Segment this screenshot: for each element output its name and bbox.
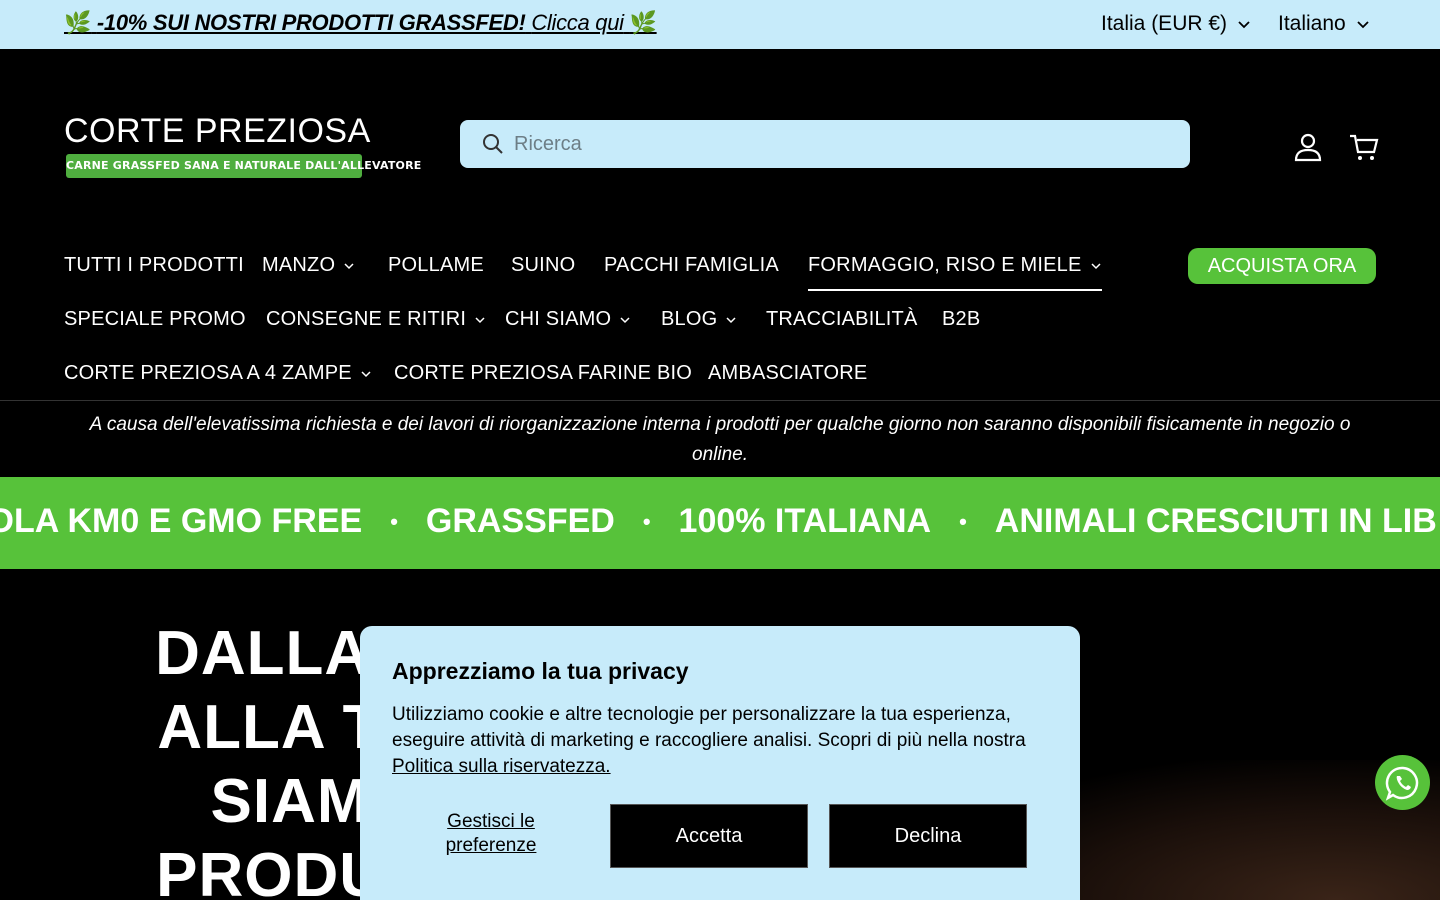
chevron-down-icon [361, 370, 371, 377]
whatsapp-button[interactable] [1375, 755, 1430, 810]
nav-b2b[interactable]: B2B [942, 308, 980, 331]
nav-label: AMBASCIATORE [708, 362, 868, 384]
leaf-icon: 🌿 [629, 10, 657, 35]
nav-label: CORTE PREZIOSA A 4 ZAMPE [64, 362, 352, 384]
nav-formaggio-riso-miele[interactable]: FORMAGGIO, RISO E MIELE [808, 254, 1102, 291]
search-input[interactable] [514, 120, 1174, 168]
nav-label: FORMAGGIO, RISO E MIELE [808, 254, 1082, 276]
logo-tagline: CARNE GRASSFED SANA E NATURALE DALL'ALLE… [66, 154, 421, 178]
chevron-down-icon [1238, 21, 1250, 29]
country-label: Italia (EUR €) [1101, 12, 1228, 35]
chevron-down-icon [620, 316, 630, 323]
search-icon [483, 134, 503, 154]
marquee-separator: • [642, 508, 651, 534]
chevron-down-icon [475, 316, 485, 323]
nav-label: SPECIALE PROMO [64, 308, 246, 330]
site-logo[interactable]: CORTE PREZIOSA CARNE GRASSFED SANA E NAT… [64, 112, 421, 178]
nav-pacchi-famiglia[interactable]: PACCHI FAMIGLIA [604, 254, 779, 277]
nav-manzo[interactable]: MANZO [262, 254, 355, 277]
marquee-item: COLA KM0 E GMO FREE [0, 502, 363, 540]
divider [0, 400, 1440, 401]
promo-bold-text: -10% SUI NOSTRI PRODOTTI GRASSFED! [96, 10, 526, 35]
user-icon[interactable] [1291, 130, 1325, 164]
nav-label: CONSEGNE E RITIRI [266, 308, 467, 330]
nav-pollame[interactable]: POLLAME [388, 254, 484, 277]
logo-title: CORTE PREZIOSA [64, 112, 371, 150]
marquee-separator: • [390, 508, 398, 534]
decline-button[interactable]: Declina [829, 804, 1027, 868]
country-selector[interactable]: Italia (EUR €) [1101, 12, 1251, 36]
nav-farine-bio[interactable]: CORTE PREZIOSA FARINE BIO [394, 362, 692, 385]
features-marquee: COLA KM0 E GMO FREE • GRASSFED • 100% IT… [0, 477, 1440, 569]
nav-tracciabilita[interactable]: TRACCIABILITÀ [766, 308, 918, 331]
nav-label: POLLAME [388, 254, 484, 276]
nav-blog[interactable]: BLOG [661, 308, 737, 331]
manage-preferences-link[interactable]: Gestisci le preferenze [418, 810, 564, 858]
marquee-item: ANIMALI CRESCIUTI IN LIB [994, 502, 1437, 540]
nav-label: TUTTI I PRODOTTI [64, 254, 244, 276]
nav-label: PACCHI FAMIGLIA [604, 254, 779, 276]
nav-label: MANZO [262, 254, 336, 276]
promo-link-text: Clicca qui [531, 10, 624, 35]
nav-label: CHI SIAMO [505, 308, 612, 330]
nav-ambasciatore[interactable]: AMBASCIATORE [708, 362, 867, 385]
nav-speciale-promo[interactable]: SPECIALE PROMO [64, 308, 246, 331]
marquee-track: COLA KM0 E GMO FREE • GRASSFED • 100% IT… [0, 502, 1437, 541]
cart-icon[interactable] [1347, 130, 1381, 164]
language-selector[interactable]: Italiano [1278, 12, 1370, 36]
marquee-item: 100% ITALIANA [678, 502, 932, 540]
chevron-down-icon [1357, 21, 1369, 29]
nav-tutti-i-prodotti[interactable]: TUTTI I PRODOTTI [64, 254, 244, 277]
promo-link[interactable]: 🌿 -10% SUI NOSTRI PRODOTTI GRASSFED! Cli… [64, 10, 657, 36]
nav-label: TRACCIABILITÀ [766, 308, 918, 330]
marquee-item: GRASSFED [425, 502, 615, 540]
nav-label: CORTE PREZIOSA FARINE BIO [394, 362, 693, 384]
nav-suino[interactable]: SUINO [511, 254, 575, 277]
availability-notice: A causa dell'elevatissima richiesta e de… [89, 414, 1351, 465]
whatsapp-icon [1385, 766, 1418, 801]
privacy-policy-link[interactable]: Politica sulla riservatezza. [392, 756, 611, 777]
shop-now-button[interactable]: ACQUISTA ORA [1188, 248, 1376, 284]
accept-button[interactable]: Accetta [610, 804, 808, 868]
nav-chi-siamo[interactable]: CHI SIAMO [505, 308, 631, 331]
nav-4-zampe[interactable]: CORTE PREZIOSA A 4 ZAMPE [64, 362, 372, 385]
nav-consegne-ritiri[interactable]: CONSEGNE E RITIRI [266, 308, 486, 331]
nav-label: BLOG [661, 308, 718, 330]
leaf-icon: 🌿 [64, 10, 92, 35]
language-label: Italiano [1278, 12, 1346, 35]
nav-label: SUINO [511, 254, 576, 276]
chevron-down-icon [344, 262, 354, 269]
chevron-down-icon [1091, 262, 1101, 269]
announcement-bar: 🌿 -10% SUI NOSTRI PRODOTTI GRASSFED! Cli… [0, 0, 1440, 49]
search-bar[interactable] [460, 120, 1190, 168]
cookie-title: Apprezziamo la tua privacy [392, 658, 689, 684]
marquee-separator: • [959, 508, 967, 534]
cookie-text: Utilizziamo cookie e altre tecnologie pe… [392, 702, 1052, 780]
cookie-body: Utilizziamo cookie e altre tecnologie pe… [392, 704, 1026, 751]
chevron-down-icon [726, 316, 736, 323]
nav-label: B2B [942, 308, 981, 330]
